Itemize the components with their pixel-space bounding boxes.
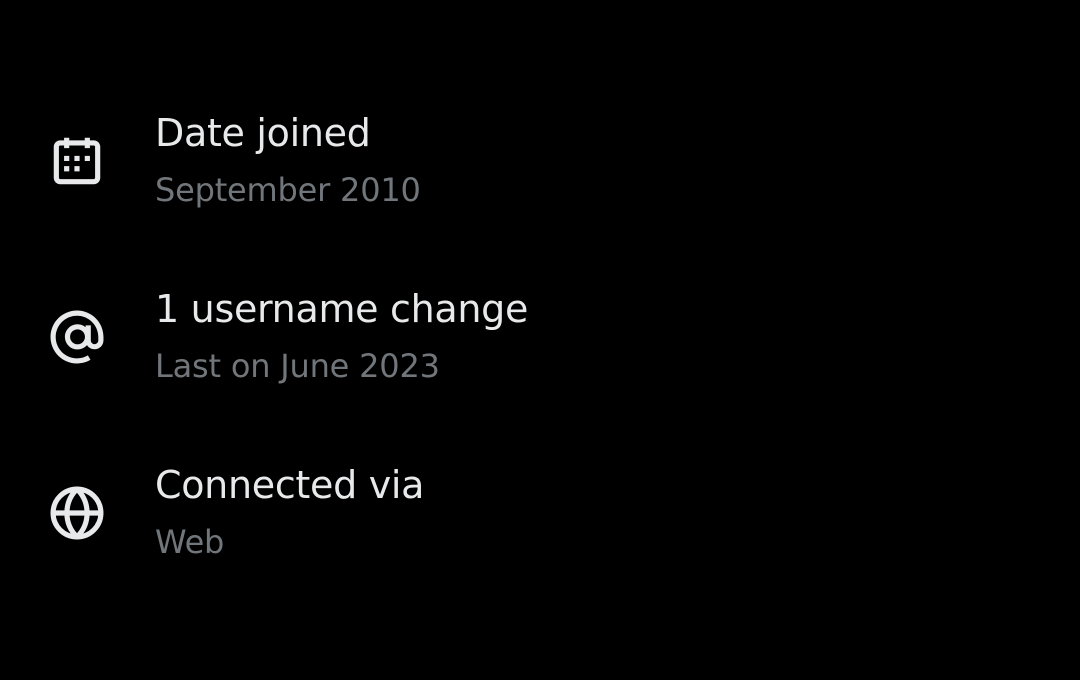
account-info-list: Date joined September 2010 1 username ch… — [0, 0, 1080, 680]
date-joined-title: Date joined — [155, 111, 371, 155]
at-sign-icon — [46, 306, 108, 368]
username-change-value: Last on June 2023 — [155, 347, 440, 385]
info-item-date-joined: Date joined September 2010 — [0, 108, 1080, 228]
info-item-username-changes: 1 username change Last on June 2023 — [0, 284, 1080, 404]
date-joined-value: September 2010 — [155, 171, 421, 209]
info-item-connected-via: Connected via Web — [0, 460, 1080, 580]
globe-icon — [46, 482, 108, 544]
username-change-title: 1 username change — [155, 287, 529, 331]
connected-via-value: Web — [155, 523, 225, 561]
connected-via-title: Connected via — [155, 463, 425, 507]
calendar-icon — [46, 130, 108, 192]
